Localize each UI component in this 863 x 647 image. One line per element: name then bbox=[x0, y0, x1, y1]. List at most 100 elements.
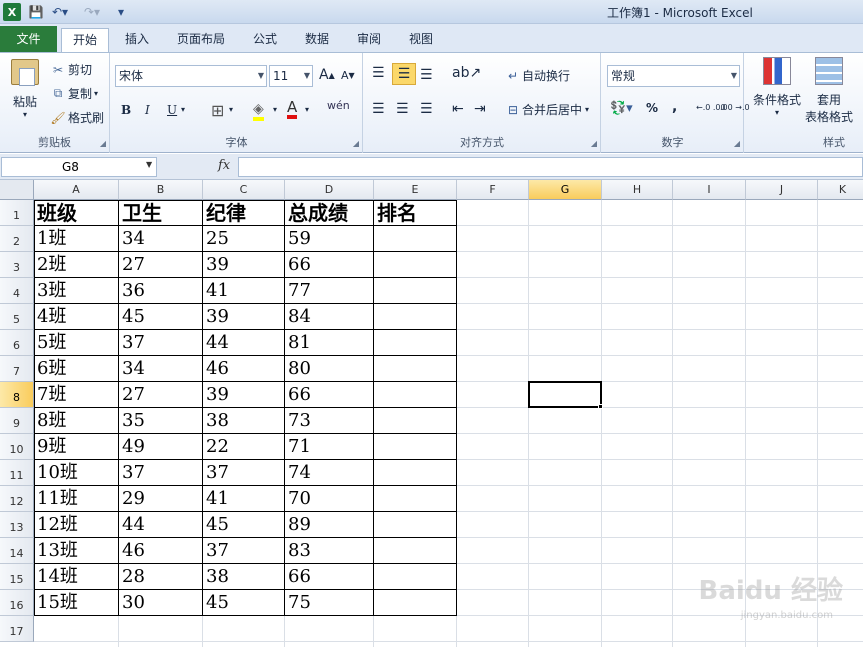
align-bottom-icon[interactable]: ☰ bbox=[420, 67, 433, 83]
table-cell[interactable]: 34 bbox=[119, 227, 203, 252]
table-cell[interactable]: 10班 bbox=[34, 461, 119, 486]
customize-quick-access-icon[interactable]: ▾ bbox=[115, 3, 127, 21]
chevron-down-icon[interactable]: ▼ bbox=[146, 160, 152, 169]
table-cell[interactable]: 5班 bbox=[34, 331, 119, 356]
table-cell[interactable]: 41 bbox=[203, 279, 285, 304]
table-cell[interactable] bbox=[374, 227, 457, 252]
tab-page-layout[interactable]: 页面布局 bbox=[170, 28, 232, 52]
save-icon[interactable]: 💾 bbox=[27, 3, 45, 21]
table-cell[interactable]: 44 bbox=[203, 331, 285, 356]
table-cell[interactable]: 81 bbox=[285, 331, 374, 356]
row-header-16[interactable]: 16 bbox=[0, 590, 34, 616]
row-header-9[interactable]: 9 bbox=[0, 408, 34, 434]
copy-button[interactable]: ⧉ 复制 ▾ bbox=[50, 85, 98, 102]
table-cell[interactable] bbox=[374, 591, 457, 616]
clipboard-launcher-icon[interactable]: ◢ bbox=[100, 139, 106, 148]
table-cell[interactable] bbox=[374, 331, 457, 356]
formula-input[interactable] bbox=[238, 157, 863, 177]
align-top-icon[interactable]: ☰ bbox=[372, 65, 385, 81]
row-header-14[interactable]: 14 bbox=[0, 538, 34, 564]
table-cell[interactable]: 39 bbox=[203, 305, 285, 330]
table-cell[interactable]: 3班 bbox=[34, 279, 119, 304]
table-cell[interactable]: 49 bbox=[119, 435, 203, 460]
column-header-k[interactable]: K bbox=[818, 180, 863, 200]
table-cell[interactable]: 46 bbox=[119, 539, 203, 564]
phonetic-icon[interactable]: wén bbox=[327, 99, 350, 112]
table-cell[interactable]: 66 bbox=[285, 565, 374, 590]
table-cell[interactable]: 39 bbox=[203, 253, 285, 278]
table-cell[interactable]: 45 bbox=[203, 513, 285, 538]
row-header-4[interactable]: 4 bbox=[0, 278, 34, 304]
table-cell[interactable]: 15班 bbox=[34, 591, 119, 616]
orientation-icon[interactable]: ab↗ bbox=[452, 65, 481, 81]
table-cell[interactable]: 25 bbox=[203, 227, 285, 252]
font-color-icon[interactable]: A bbox=[287, 99, 298, 119]
paste-button[interactable]: 粘贴 ▾ bbox=[8, 59, 42, 119]
table-cell[interactable]: 8班 bbox=[34, 409, 119, 434]
table-cell[interactable] bbox=[374, 357, 457, 382]
increase-indent-icon[interactable]: ⇥ bbox=[474, 101, 486, 117]
header-cell[interactable]: 总成绩 bbox=[285, 201, 374, 226]
table-cell[interactable]: 89 bbox=[285, 513, 374, 538]
table-cell[interactable]: 30 bbox=[119, 591, 203, 616]
format-as-table-button[interactable]: 套用 表格格式 bbox=[805, 57, 853, 125]
header-cell[interactable]: 排名 bbox=[374, 201, 457, 226]
tab-insert[interactable]: 插入 bbox=[117, 28, 157, 52]
table-cell[interactable]: 70 bbox=[285, 487, 374, 512]
table-cell[interactable] bbox=[374, 487, 457, 512]
row-header-6[interactable]: 6 bbox=[0, 330, 34, 356]
column-header-g[interactable]: G bbox=[529, 180, 602, 200]
table-cell[interactable] bbox=[374, 461, 457, 486]
align-center-icon[interactable]: ☰ bbox=[396, 101, 409, 117]
table-cell[interactable] bbox=[374, 253, 457, 278]
column-header-j[interactable]: J bbox=[746, 180, 818, 200]
decrease-decimal-button[interactable]: .00 →.0 bbox=[720, 103, 750, 112]
header-cell[interactable]: 卫生 bbox=[119, 201, 203, 226]
cut-button[interactable]: ✂ 剪切 bbox=[50, 61, 92, 78]
row-header-5[interactable]: 5 bbox=[0, 304, 34, 330]
table-cell[interactable]: 37 bbox=[203, 461, 285, 486]
borders-dropdown-icon[interactable]: ▾ bbox=[229, 105, 233, 114]
table-cell[interactable] bbox=[374, 409, 457, 434]
column-header-c[interactable]: C bbox=[203, 180, 285, 200]
row-header-10[interactable]: 10 bbox=[0, 434, 34, 460]
table-cell[interactable]: 34 bbox=[119, 357, 203, 382]
name-box[interactable]: G8 bbox=[1, 157, 157, 177]
table-cell[interactable]: 13班 bbox=[34, 539, 119, 564]
currency-icon[interactable]: 💱▾ bbox=[610, 101, 633, 116]
table-cell[interactable]: 44 bbox=[119, 513, 203, 538]
fill-color-dropdown-icon[interactable]: ▾ bbox=[273, 105, 277, 114]
table-cell[interactable] bbox=[374, 383, 457, 408]
table-cell[interactable] bbox=[374, 305, 457, 330]
comma-button[interactable]: , bbox=[672, 99, 677, 115]
table-cell[interactable]: 7班 bbox=[34, 383, 119, 408]
underline-dropdown-icon[interactable]: ▾ bbox=[181, 105, 185, 114]
table-cell[interactable]: 41 bbox=[203, 487, 285, 512]
table-cell[interactable]: 28 bbox=[119, 565, 203, 590]
table-cell[interactable]: 36 bbox=[119, 279, 203, 304]
tab-view[interactable]: 视图 bbox=[401, 28, 441, 52]
row-header-12[interactable]: 12 bbox=[0, 486, 34, 512]
conditional-format-button[interactable]: 条件格式 ▾ bbox=[753, 57, 801, 117]
undo-icon[interactable]: ↶▾ bbox=[49, 3, 71, 21]
row-header-8[interactable]: 8 bbox=[0, 382, 34, 408]
table-cell[interactable]: 66 bbox=[285, 253, 374, 278]
row-header-3[interactable]: 3 bbox=[0, 252, 34, 278]
table-cell[interactable]: 14班 bbox=[34, 565, 119, 590]
table-cell[interactable]: 59 bbox=[285, 227, 374, 252]
table-cell[interactable]: 75 bbox=[285, 591, 374, 616]
table-cell[interactable]: 38 bbox=[203, 409, 285, 434]
table-cell[interactable] bbox=[374, 435, 457, 460]
number-launcher-icon[interactable]: ◢ bbox=[734, 139, 740, 148]
underline-button[interactable]: U bbox=[167, 103, 177, 117]
table-cell[interactable]: 71 bbox=[285, 435, 374, 460]
row-header-17[interactable]: 17 bbox=[0, 616, 34, 642]
font-size-combo[interactable]: 11 ▼ bbox=[269, 65, 313, 87]
excel-logo-icon[interactable]: X bbox=[3, 3, 21, 21]
tab-file[interactable]: 文件 bbox=[0, 26, 57, 52]
select-all-corner[interactable] bbox=[0, 180, 34, 200]
table-cell[interactable] bbox=[374, 565, 457, 590]
header-cell[interactable]: 纪律 bbox=[203, 201, 285, 226]
table-cell[interactable]: 12班 bbox=[34, 513, 119, 538]
table-cell[interactable] bbox=[374, 279, 457, 304]
